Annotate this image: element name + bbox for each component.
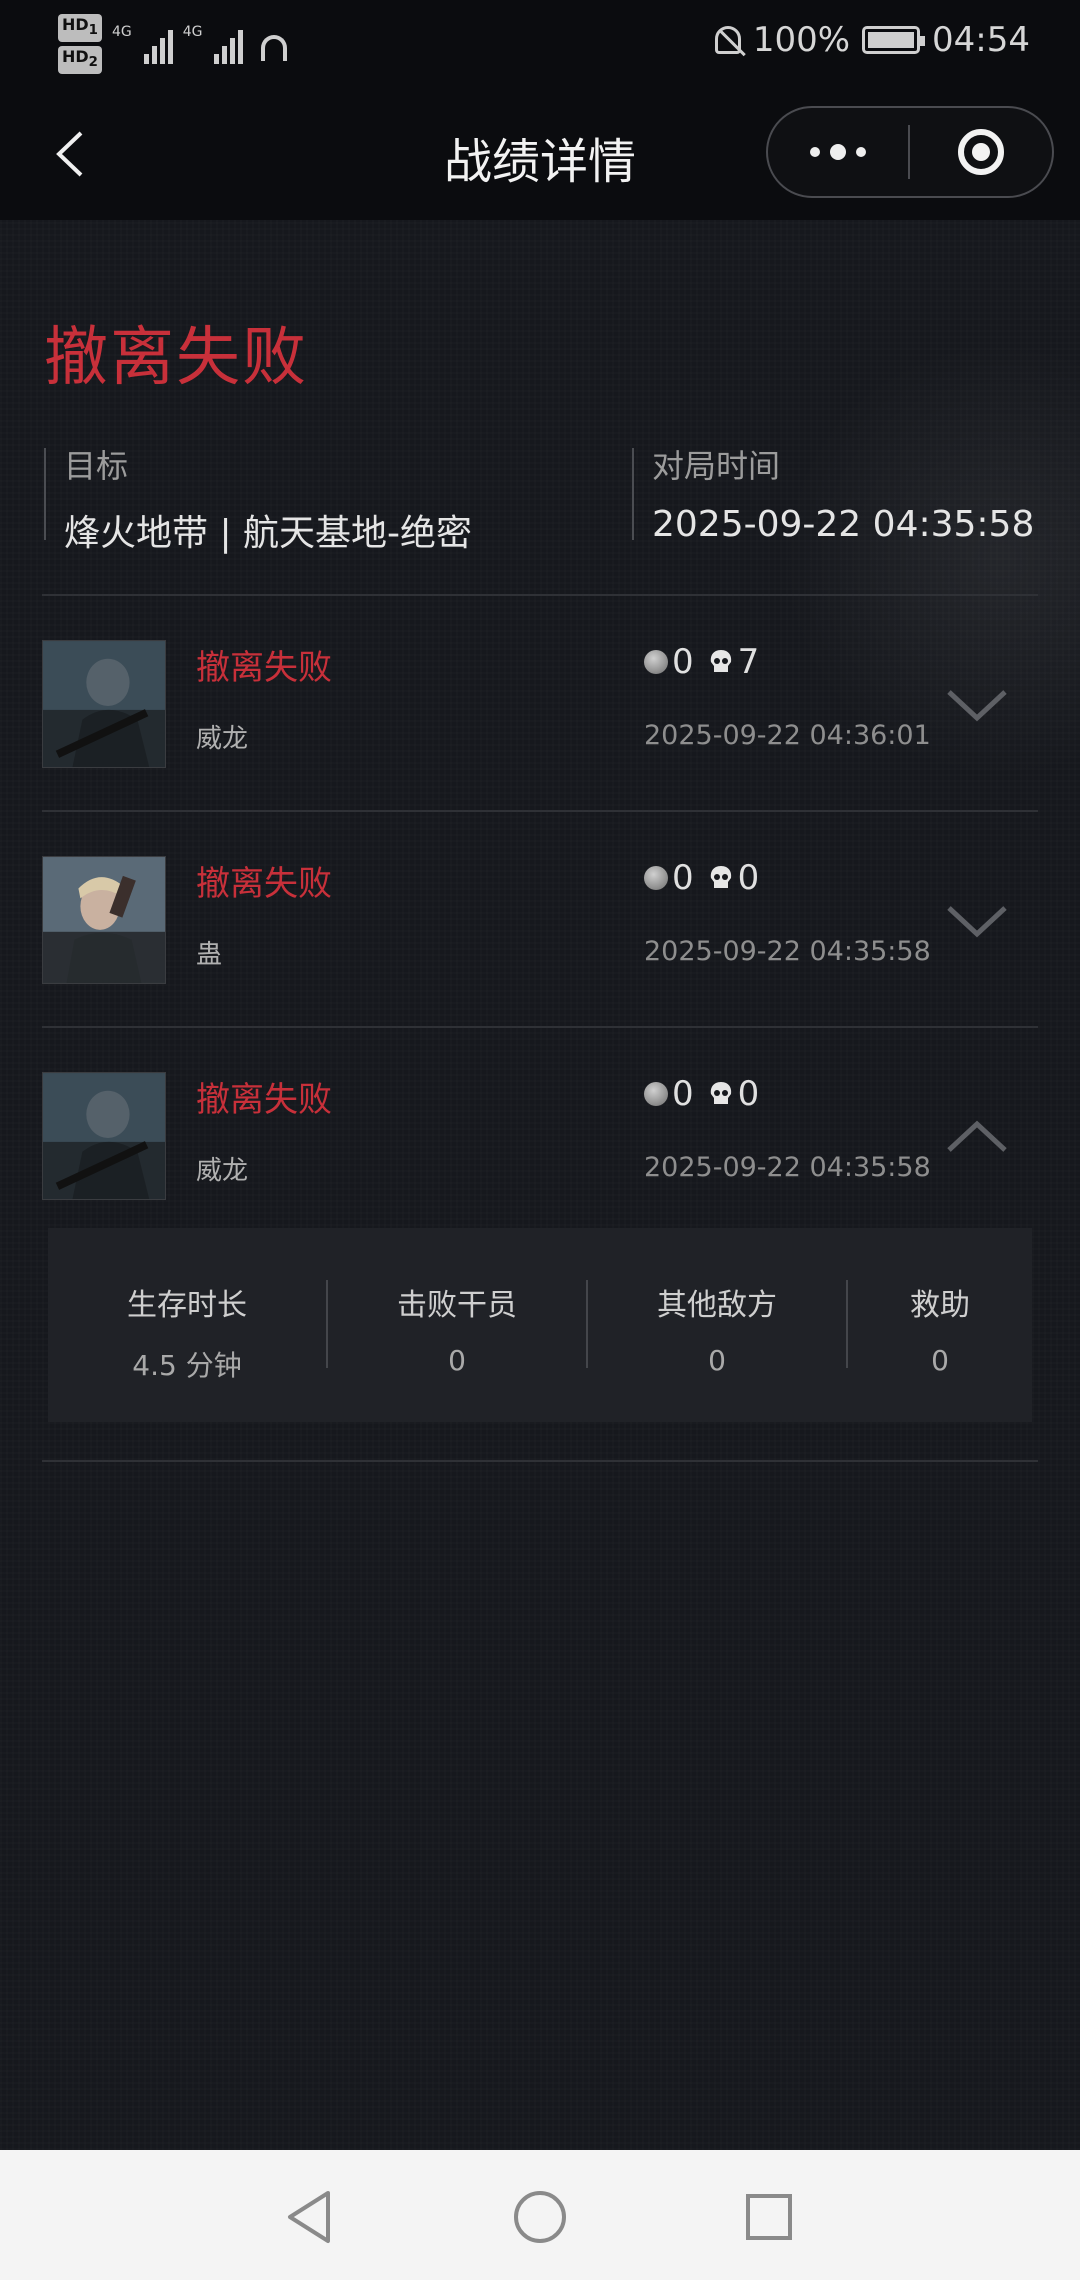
record-status: 撤离失败 (196, 864, 332, 904)
system-recents-button[interactable] (734, 2182, 804, 2252)
hd2-sub: 2 (88, 55, 98, 71)
hd1-text: HD (62, 15, 89, 34)
survival-time-label: 生存时长 (127, 1288, 247, 1323)
triangle-back-icon (288, 2191, 330, 2243)
more-dots-icon-center (830, 144, 846, 160)
circle-home-icon (514, 2191, 566, 2243)
chevron-down-icon (947, 690, 1007, 722)
record-row[interactable]: 撤离失败 蛊 0 0 2025-09-22 04:35:58 (42, 856, 1038, 986)
avatar (42, 1072, 166, 1200)
coin-icon (644, 650, 668, 674)
kill-count: 7 (737, 642, 760, 682)
record-row[interactable]: 撤离失败 威龙 0 0 2025-09-22 04:35:58 (42, 1072, 1038, 1202)
more-button[interactable] (768, 108, 908, 196)
other-enemies-label: 其他敌方 (657, 1288, 777, 1323)
hd2-badge: HD2 (58, 46, 102, 75)
target-info: 目标 烽火地带 | 航天基地-绝密 (44, 447, 472, 554)
collapse-button[interactable] (942, 1112, 1012, 1162)
coin-count: 0 (672, 858, 694, 898)
mini-program-capsule (766, 106, 1054, 198)
system-nav-bar (0, 2150, 1080, 2280)
chevron-up-icon (947, 1120, 1007, 1152)
hd1-badge: HD1 (58, 14, 102, 43)
coin-count: 0 (672, 642, 694, 682)
operator-name: 威龙 (196, 1156, 249, 1186)
clock: 04:54 (932, 20, 1030, 60)
record-row[interactable]: 撤离失败 威龙 0 7 2025-09-22 04:36:01 (42, 640, 1038, 770)
record-stats: 0 7 (644, 642, 759, 682)
square-recents-icon (746, 2194, 792, 2240)
expand-button[interactable] (942, 680, 1012, 730)
record-status: 撤离失败 (196, 648, 332, 688)
kill-count: 0 (737, 858, 760, 898)
status-left: HD1 HD2 4G 4G (58, 14, 288, 75)
target-label: 目标 (64, 447, 129, 485)
record-detail-panel: 生存时长 4.5 分钟 击败干员 0 其他敌方 0 救助 0 (48, 1228, 1032, 1422)
more-dots-icon (810, 147, 820, 157)
signal2-icon (214, 24, 244, 65)
headphone-icon (261, 35, 288, 62)
status-bar: HD1 HD2 4G 4G 100% 04:54 (0, 0, 1080, 92)
divider (42, 594, 1038, 596)
battery-icon (862, 26, 926, 54)
record-stats: 0 0 (644, 1074, 759, 1114)
system-back-button[interactable] (274, 2182, 344, 2252)
avatar (42, 856, 166, 984)
match-time-info: 对局时间 2025-09-22 04:35:58 (632, 447, 1034, 545)
signal1-icon (143, 24, 173, 65)
coin-icon (644, 1082, 668, 1106)
assist-value: 0 (931, 1344, 949, 1377)
assist-cell: 救助 0 (848, 1228, 1032, 1422)
survival-time-value: 4.5 分钟 (132, 1349, 242, 1382)
skull-icon (710, 650, 731, 672)
more-dots-icon-right (856, 147, 866, 157)
record-time: 2025-09-22 04:36:01 (644, 720, 931, 751)
expand-button[interactable] (942, 896, 1012, 946)
bell-muted-icon (714, 26, 741, 54)
coin-icon (644, 866, 668, 890)
defeated-operators-cell: 击败干员 0 (328, 1228, 586, 1422)
divider (42, 810, 1038, 812)
record-time: 2025-09-22 04:35:58 (644, 1152, 931, 1183)
coin-count: 0 (672, 1074, 694, 1114)
avatar (42, 640, 166, 768)
match-time-value: 2025-09-22 04:35:58 (652, 504, 1035, 545)
record-time: 2025-09-22 04:35:58 (644, 936, 931, 967)
match-time-label: 对局时间 (652, 447, 781, 485)
kill-count: 0 (737, 1074, 760, 1114)
net1-label: 4G (111, 24, 132, 40)
assist-label: 救助 (910, 1288, 970, 1323)
other-enemies-value: 0 (708, 1344, 726, 1377)
record-stats: 0 0 (644, 858, 759, 898)
operator-name: 蛊 (196, 940, 223, 970)
system-home-button[interactable] (505, 2182, 575, 2252)
hd-indicators: HD1 HD2 (58, 14, 102, 75)
status-right: 100% 04:54 (714, 20, 1030, 60)
battery-percent: 100% (752, 20, 851, 60)
result-title: 撤离失败 (44, 321, 308, 395)
chevron-down-icon (947, 906, 1007, 938)
nav-bar: 战绩详情 (0, 92, 1080, 220)
divider (42, 1460, 1038, 1462)
net2-label: 4G (182, 24, 203, 40)
hd2-text: HD (62, 47, 89, 67)
defeated-operators-value: 0 (448, 1344, 466, 1377)
divider (42, 1026, 1038, 1028)
skull-icon (710, 866, 731, 888)
operator-name: 威龙 (196, 724, 249, 754)
record-status: 撤离失败 (196, 1080, 332, 1120)
other-enemies-cell: 其他敌方 0 (588, 1228, 846, 1422)
target-close-icon (958, 129, 1004, 175)
hd1-sub: 1 (88, 23, 98, 39)
survival-time-cell: 生存时长 4.5 分钟 (48, 1228, 326, 1422)
defeated-operators-label: 击败干员 (397, 1288, 517, 1323)
close-button[interactable] (910, 129, 1052, 175)
target-value: 烽火地带 | 航天基地-绝密 (64, 513, 473, 554)
skull-icon (710, 1082, 731, 1104)
